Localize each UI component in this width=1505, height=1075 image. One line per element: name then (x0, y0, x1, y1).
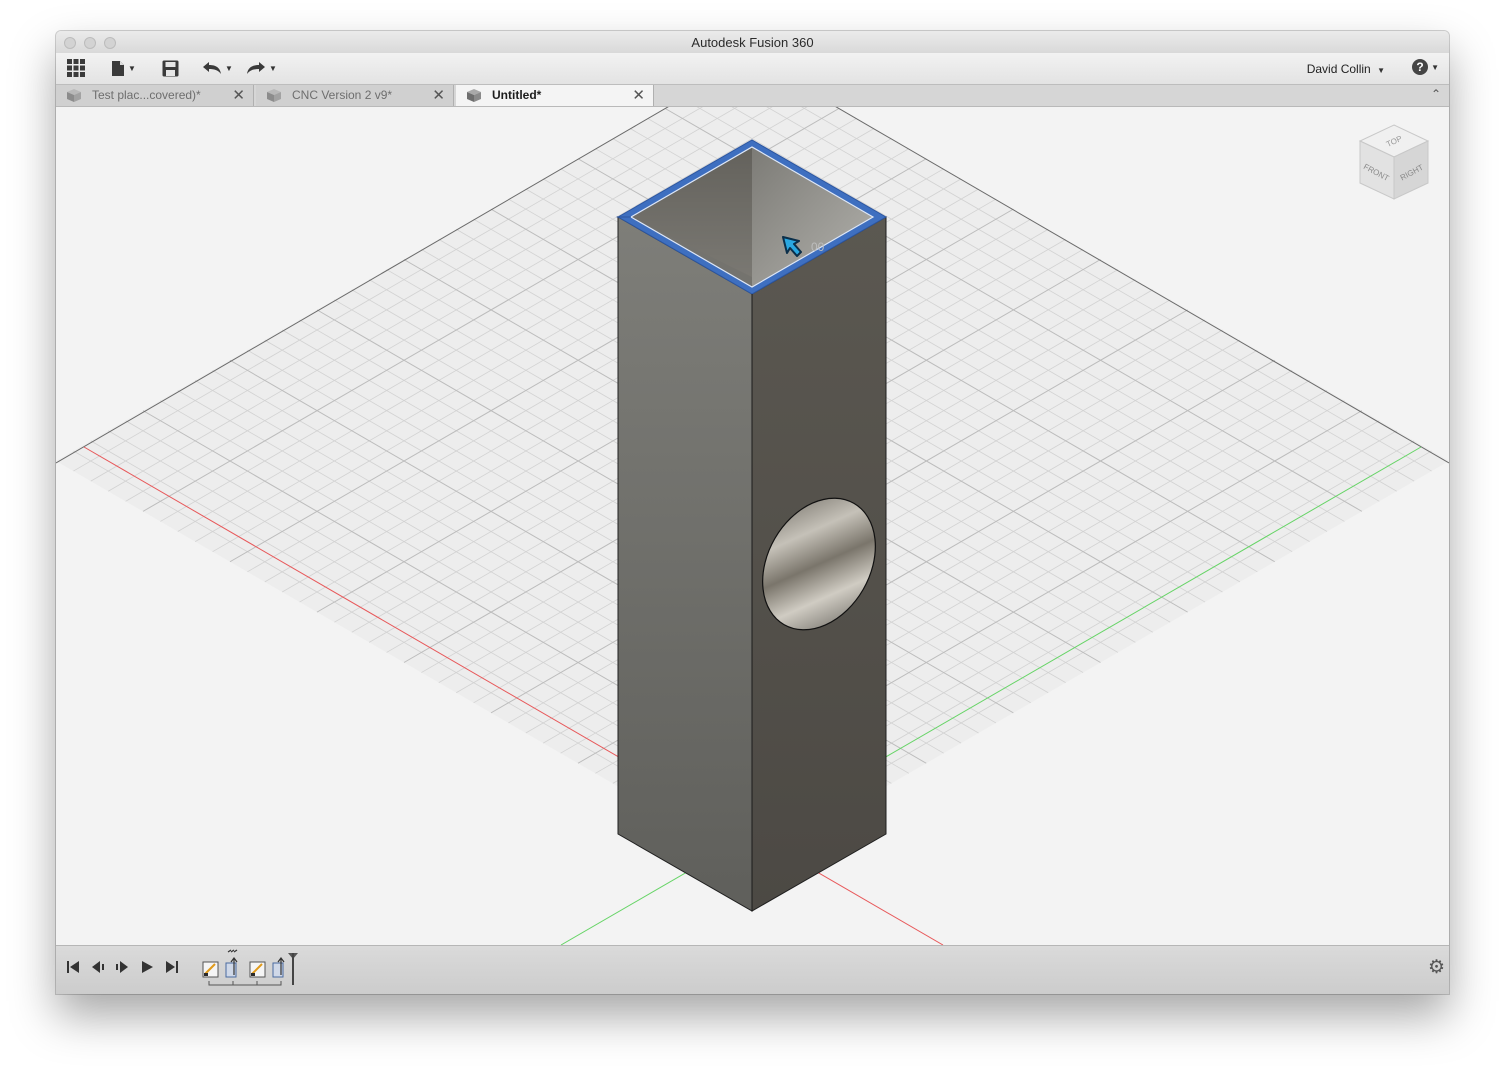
timeline-sketch-feature[interactable] (202, 961, 219, 978)
cursor-tooltip: 00 (811, 240, 825, 254)
undo-button[interactable]: ▼ (202, 57, 233, 79)
app-grid-icon (67, 59, 85, 77)
tab-test-placement[interactable]: Test plac...covered)* ✕ (56, 85, 254, 106)
timeline-sketch-feature[interactable] (249, 961, 266, 978)
chevron-down-icon: ▼ (269, 63, 277, 73)
tab-cnc-version[interactable]: CNC Version 2 v9* ✕ (256, 85, 454, 106)
design-cube-icon (467, 89, 481, 102)
tab-label: Untitled* (492, 88, 542, 102)
help-icon: ? (1412, 59, 1429, 75)
toolbar: ▼ ▼ ▼ David Collin ▼ ? ▼ (56, 53, 1449, 85)
user-menu[interactable]: David Collin ▼ (1307, 62, 1385, 76)
timeline-extrude-feature[interactable] (225, 949, 238, 978)
tab-label: CNC Version 2 v9* (292, 88, 393, 102)
app-grid-button[interactable] (67, 57, 85, 79)
timeline-marker[interactable] (288, 953, 298, 985)
chevron-down-icon: ▼ (225, 63, 233, 73)
save-button[interactable] (162, 57, 179, 79)
close-tab-icon[interactable]: ✕ (632, 86, 645, 104)
redo-icon (247, 62, 265, 74)
save-icon (162, 60, 179, 76)
document-tab-bar: Test plac...covered)* ✕ CNC Version 2 v9… (56, 85, 1449, 107)
chevron-down-icon: ▼ (128, 63, 136, 73)
design-canvas[interactable]: 00 TOP FRONT RIGHT (56, 107, 1449, 945)
app-window: Autodesk Fusion 360 ▼ ▼ ▼ David Collin ▼… (56, 31, 1449, 994)
timeline-extrude-feature[interactable] (272, 957, 285, 978)
design-cube-icon (67, 89, 81, 102)
gear-icon[interactable]: ⚙ (1428, 956, 1445, 979)
view-cube[interactable]: TOP FRONT RIGHT (1354, 121, 1436, 207)
close-tab-icon[interactable]: ✕ (432, 86, 445, 104)
timeline-bar: ⚙ (56, 945, 1449, 994)
chevron-down-icon: ▼ (1377, 66, 1385, 75)
step-back-icon[interactable] (91, 960, 105, 974)
go-to-end-icon[interactable] (165, 960, 179, 974)
file-menu-button[interactable]: ▼ (111, 57, 136, 79)
canvas-scene: 00 (56, 107, 1449, 945)
file-icon (112, 60, 124, 76)
go-to-start-icon[interactable] (66, 960, 80, 974)
undo-icon (203, 62, 221, 74)
close-window-button[interactable] (64, 37, 76, 49)
step-forward-icon[interactable] (115, 960, 129, 974)
tab-untitled[interactable]: Untitled* ✕ (456, 85, 654, 106)
solid-body[interactable] (616, 139, 898, 912)
play-icon[interactable] (140, 960, 154, 974)
redo-button[interactable]: ▼ (246, 57, 277, 79)
user-name: David Collin (1306, 62, 1371, 76)
body-left-face (617, 216, 753, 912)
help-menu[interactable]: ? ▼ (1412, 59, 1439, 75)
timeline-features (202, 949, 298, 986)
chevron-up-icon[interactable]: ⌃ (1431, 87, 1441, 101)
zoom-window-button[interactable] (104, 37, 116, 49)
close-tab-icon[interactable]: ✕ (232, 86, 245, 104)
tab-label: Test plac...covered)* (92, 88, 201, 102)
chevron-down-icon: ▼ (1431, 62, 1439, 72)
design-cube-icon (267, 89, 281, 102)
minimize-window-button[interactable] (84, 37, 96, 49)
window-title: Autodesk Fusion 360 (691, 35, 814, 50)
title-bar: Autodesk Fusion 360 (56, 31, 1449, 53)
